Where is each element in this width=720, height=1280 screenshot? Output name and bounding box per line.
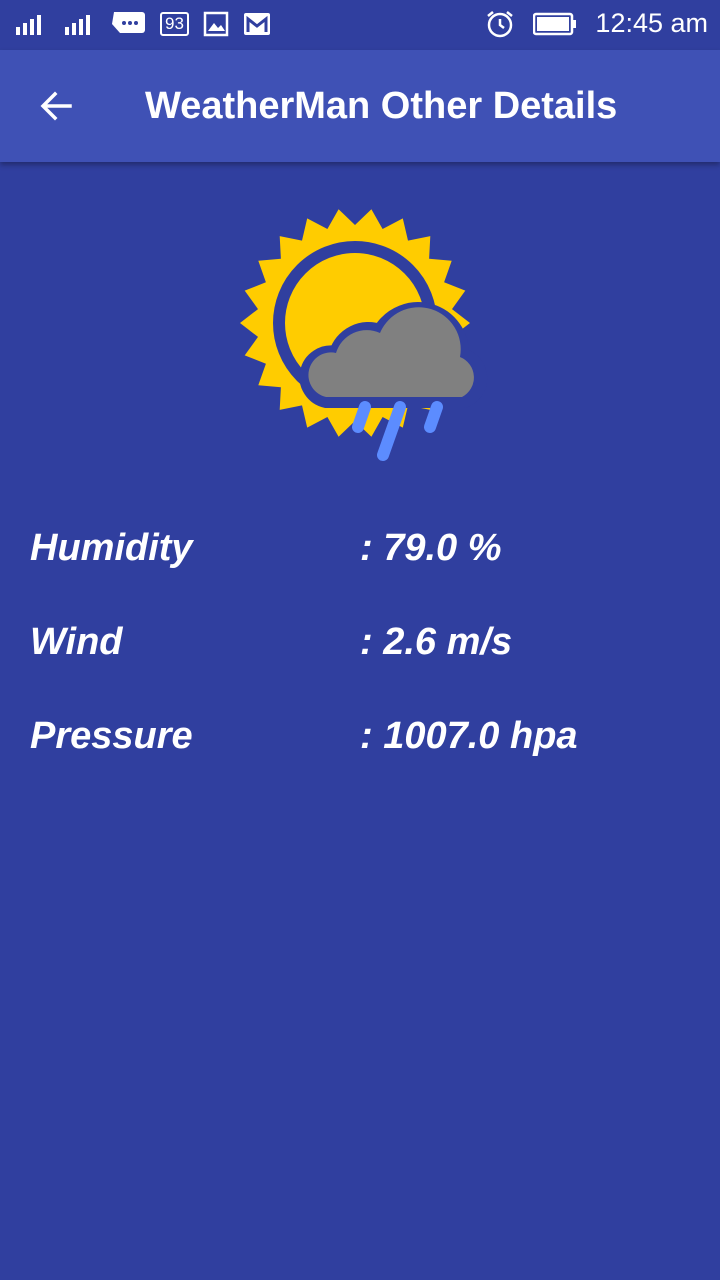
arrow-back-icon — [40, 91, 72, 121]
gmail-icon — [243, 13, 270, 35]
page-title: WeatherMan Other Details — [145, 85, 618, 127]
weather-condition — [240, 205, 500, 465]
gallery-icon — [203, 11, 229, 37]
status-icons-left: 93 — [16, 10, 271, 38]
humidity-row: Humidity : 79.0 % — [30, 527, 690, 587]
wind-row: Wind : 2.6 m/s — [30, 621, 690, 681]
humidity-label: Humidity — [30, 527, 193, 569]
pressure-value: : 1007.0 hpa — [360, 715, 578, 757]
signal-sim2-icon — [65, 13, 90, 35]
humidity-value: : 79.0 % — [360, 527, 502, 569]
signal-sim1-icon — [16, 13, 41, 35]
status-bar: 93 12:45 am — [0, 0, 720, 50]
pressure-row: Pressure : 1007.0 hpa — [30, 715, 690, 775]
status-time: 12:45 am — [595, 8, 708, 38]
battery-icon — [533, 12, 577, 35]
wind-label: Wind — [30, 621, 123, 663]
wind-value: : 2.6 m/s — [360, 621, 513, 663]
partly-cloudy-rain-icon — [240, 209, 488, 461]
app-bar: WeatherMan Other Details — [0, 50, 720, 162]
battery-percent-badge: 93 — [160, 12, 189, 36]
alarm-icon — [487, 10, 514, 37]
status-icons-right: 12:45 am — [485, 8, 708, 39]
pressure-label: Pressure — [30, 715, 193, 757]
back-button[interactable] — [28, 78, 84, 134]
message-icon — [112, 12, 145, 33]
